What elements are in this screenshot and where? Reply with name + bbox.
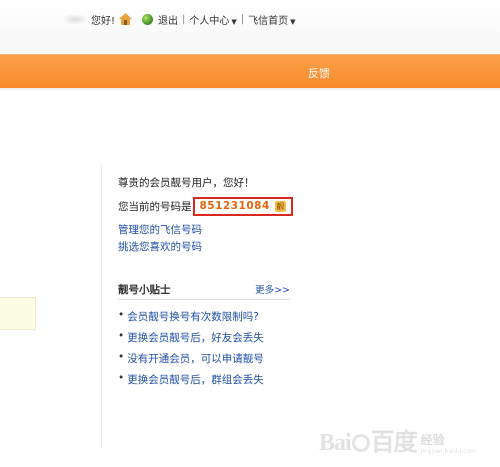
watermark-logo-left: Bai: [318, 430, 352, 456]
blurred-username: [64, 14, 86, 24]
watermark-url: jingyan.baidu.com: [420, 448, 476, 455]
fetion-number: 851231084: [199, 200, 270, 212]
divider: [0, 88, 500, 90]
watermark-logo-right: 百度: [370, 430, 418, 456]
paw-icon: [351, 434, 370, 452]
fetion-home-label: 飞信首页: [248, 15, 289, 27]
tips-title: 靓号小贴士: [118, 284, 171, 296]
greeting-text: 您好!: [91, 15, 116, 27]
bullet: •: [118, 351, 125, 363]
top-navigation: 您好! 退出 | 个人中心 ▼ | 飞信首页 ▼: [64, 12, 296, 27]
liang-badge-icon: 靓: [274, 200, 286, 212]
separator: |: [240, 13, 245, 25]
bullet: •: [118, 330, 125, 342]
current-number-label: 您当前的号码是: [118, 200, 192, 213]
number-highlight-box: 851231084 靓: [192, 196, 293, 216]
tips-header: 靓号小贴士 更多>>: [118, 282, 290, 300]
tip-item[interactable]: • 更换会员靓号后，群组会丢失: [118, 372, 264, 393]
chevron-down-icon: ▼: [290, 17, 296, 26]
logout-link[interactable]: 退出: [158, 12, 178, 27]
fetion-home-menu[interactable]: 飞信首页 ▼: [248, 12, 295, 27]
tip-label: 更换会员靓号后，群组会丢失: [127, 374, 264, 386]
tips-list: • 会员靓号换号有次数限制吗? • 更换会员靓号后，好友会丢失 • 没有开通会员，可以…: [118, 309, 264, 393]
tip-item[interactable]: • 没有开通会员，可以申请靓号: [118, 351, 264, 372]
choose-number-link[interactable]: 挑选您喜欢的号码: [118, 239, 202, 254]
watermark-cn: 经验: [420, 433, 445, 447]
personal-center-menu[interactable]: 个人中心 ▼: [189, 12, 236, 27]
baidu-watermark: Bai 百度 经验 jingyan.baidu.com: [319, 421, 476, 457]
member-greeting: 尊贵的会员靓号用户，您好！: [118, 177, 255, 189]
watermark-text: 经验 jingyan.baidu.com: [421, 431, 476, 455]
bullet: •: [118, 309, 125, 321]
tip-label: 更换会员靓号后，好友会丢失: [127, 332, 264, 344]
home-icon[interactable]: [119, 13, 133, 25]
bullet: •: [118, 372, 125, 384]
globe-icon[interactable]: [142, 13, 154, 25]
separator: |: [182, 13, 186, 25]
tip-label: 会员靓号换号有次数限制吗?: [127, 311, 259, 323]
manage-number-link[interactable]: 管理您的飞信号码: [118, 222, 202, 237]
chevron-down-icon: ▼: [231, 17, 237, 26]
side-panel-stub: [0, 297, 36, 330]
personal-center-label: 个人中心: [189, 15, 230, 27]
tip-item[interactable]: • 会员靓号换号有次数限制吗?: [118, 309, 264, 330]
more-tips-link[interactable]: 更多>>: [255, 282, 290, 296]
tip-item[interactable]: • 更换会员靓号后，好友会丢失: [118, 330, 264, 351]
column-divider: [101, 165, 102, 447]
top-bar: 您好! 退出 | 个人中心 ▼ | 飞信首页 ▼: [0, 0, 500, 54]
orange-banner: 反馈: [0, 54, 500, 88]
current-number-row: 您当前的号码是 851231084 靓: [118, 196, 293, 216]
tip-label: 没有开通会员，可以申请靓号: [127, 353, 264, 365]
feedback-link[interactable]: 反馈: [308, 65, 330, 81]
